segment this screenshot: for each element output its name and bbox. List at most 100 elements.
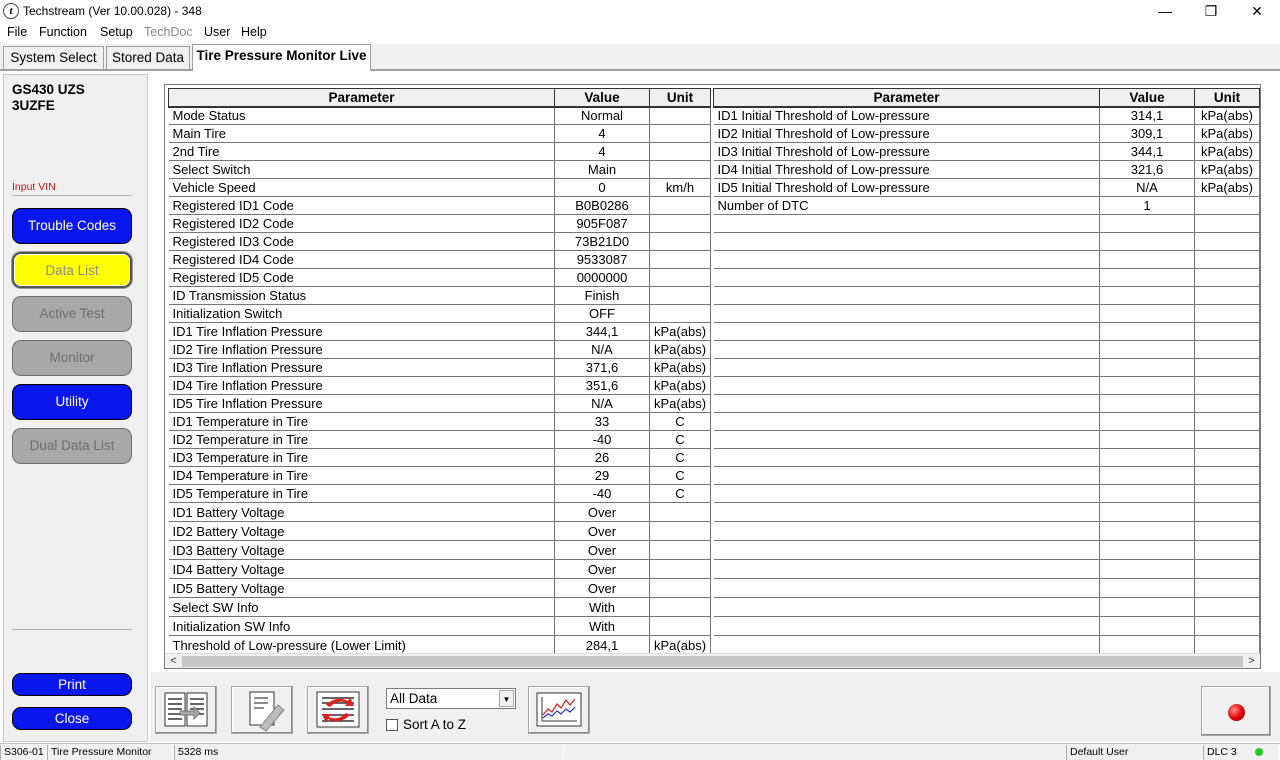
- graph-button[interactable]: [528, 686, 590, 734]
- column-header-value[interactable]: Value: [1099, 88, 1195, 108]
- column-header-value[interactable]: Value: [554, 88, 650, 108]
- table-row[interactable]: [713, 376, 1260, 395]
- table-row[interactable]: ID2 Battery Voltage Over: [168, 521, 711, 541]
- table-row[interactable]: [713, 448, 1260, 467]
- column-header-unit[interactable]: Unit: [1194, 88, 1260, 108]
- table-row[interactable]: ID3 Battery Voltage Over: [168, 540, 711, 560]
- input-vin-link[interactable]: Input VIN: [12, 181, 56, 193]
- table-row[interactable]: Vehicle Speed 0 km/h: [168, 178, 711, 197]
- scrollbar-thumb[interactable]: [182, 656, 1243, 667]
- table-row[interactable]: [713, 322, 1260, 341]
- table-row[interactable]: [713, 340, 1260, 359]
- unit-cell: [649, 214, 711, 233]
- table-row[interactable]: [713, 540, 1260, 560]
- table-row[interactable]: Select Switch Main: [168, 160, 711, 179]
- monitor-button[interactable]: Monitor: [12, 340, 132, 376]
- close-window-button[interactable]: ✕: [1234, 0, 1280, 22]
- table-row[interactable]: ID1 Temperature in Tire 33 C: [168, 412, 711, 431]
- table-row[interactable]: ID4 Initial Threshold of Low-pressure 321…: [713, 160, 1260, 179]
- table-row[interactable]: ID3 Tire Inflation Pressure 371,6 kPa(abs): [168, 358, 711, 377]
- table-row[interactable]: [713, 358, 1260, 377]
- minimize-button[interactable]: —: [1142, 0, 1188, 22]
- table-row[interactable]: ID1 Initial Threshold of Low-pressure 314…: [713, 106, 1260, 125]
- table-row[interactable]: ID4 Battery Voltage Over: [168, 559, 711, 579]
- table-row[interactable]: Number of DTC 1: [713, 196, 1260, 215]
- table-row[interactable]: Registered ID2 Code 905F087: [168, 214, 711, 233]
- record-button[interactable]: [1201, 686, 1271, 736]
- menu-techdoc[interactable]: TechDoc: [144, 25, 193, 39]
- horizontal-scrollbar[interactable]: < >: [165, 653, 1260, 668]
- chevron-down-icon[interactable]: ▼: [499, 690, 514, 707]
- scroll-right-icon[interactable]: >: [1244, 654, 1259, 668]
- tab-stored-data[interactable]: Stored Data: [106, 46, 190, 70]
- table-row[interactable]: [713, 412, 1260, 431]
- table-row[interactable]: [713, 616, 1260, 636]
- trouble-codes-button[interactable]: Trouble Codes: [12, 208, 132, 244]
- sort-a-to-z-checkbox[interactable]: [386, 719, 398, 731]
- table-row[interactable]: [713, 304, 1260, 323]
- table-row[interactable]: [713, 521, 1260, 541]
- table-row[interactable]: Registered ID4 Code 9533087: [168, 250, 711, 269]
- table-row[interactable]: ID3 Initial Threshold of Low-pressure 344…: [713, 142, 1260, 161]
- table-row[interactable]: Mode Status Normal: [168, 106, 711, 125]
- table-row[interactable]: [713, 635, 1260, 655]
- refresh-data-button[interactable]: [307, 686, 369, 734]
- table-row[interactable]: ID2 Tire Inflation Pressure N/A kPa(abs): [168, 340, 711, 359]
- table-row[interactable]: Main Tire 4: [168, 124, 711, 143]
- table-row[interactable]: [713, 502, 1260, 522]
- table-row[interactable]: 2nd Tire 4: [168, 142, 711, 161]
- table-row[interactable]: [713, 268, 1260, 287]
- table-row[interactable]: Registered ID3 Code 73B21D0: [168, 232, 711, 251]
- table-row[interactable]: Initialization Switch OFF: [168, 304, 711, 323]
- column-header-unit[interactable]: Unit: [649, 88, 711, 108]
- table-row[interactable]: [713, 578, 1260, 598]
- table-row[interactable]: [713, 597, 1260, 617]
- table-row[interactable]: [713, 430, 1260, 449]
- table-row[interactable]: [713, 484, 1260, 503]
- maximize-button[interactable]: ❐: [1188, 0, 1234, 22]
- table-row[interactable]: ID2 Temperature in Tire -40 C: [168, 430, 711, 449]
- table-row[interactable]: ID5 Battery Voltage Over: [168, 578, 711, 598]
- table-row[interactable]: ID4 Tire Inflation Pressure 351,6 kPa(abs): [168, 376, 711, 395]
- menu-user[interactable]: User: [204, 25, 230, 39]
- table-row[interactable]: Initialization SW Info With: [168, 616, 711, 636]
- table-row[interactable]: Threshold of Low-pressure (Lower Limit) 2…: [168, 635, 711, 655]
- active-test-button[interactable]: Active Test: [12, 296, 132, 332]
- snapshot-button[interactable]: [231, 686, 293, 734]
- table-row[interactable]: Registered ID1 Code B0B0286: [168, 196, 711, 215]
- menu-file[interactable]: File: [7, 25, 27, 39]
- tab-system-select[interactable]: System Select: [3, 46, 104, 70]
- table-row[interactable]: [713, 250, 1260, 269]
- table-row[interactable]: ID2 Initial Threshold of Low-pressure 309…: [713, 124, 1260, 143]
- scroll-left-icon[interactable]: <: [166, 654, 181, 668]
- table-row[interactable]: Select SW Info With: [168, 597, 711, 617]
- table-row[interactable]: ID5 Temperature in Tire -40 C: [168, 484, 711, 503]
- table-row[interactable]: ID1 Tire Inflation Pressure 344,1 kPa(abs): [168, 322, 711, 341]
- menu-setup[interactable]: Setup: [100, 25, 133, 39]
- table-row[interactable]: [713, 214, 1260, 233]
- table-row[interactable]: [713, 232, 1260, 251]
- data-filter-select[interactable]: All Data ▼: [386, 688, 516, 709]
- table-row[interactable]: [713, 394, 1260, 413]
- table-row[interactable]: [713, 286, 1260, 305]
- column-header-parameter[interactable]: Parameter: [713, 88, 1100, 108]
- tab-tire-pressure-monitor-live[interactable]: Tire Pressure Monitor Live: [192, 44, 371, 71]
- table-row[interactable]: ID3 Temperature in Tire 26 C: [168, 448, 711, 467]
- print-button[interactable]: Print: [12, 673, 132, 696]
- menu-function[interactable]: Function: [39, 25, 87, 39]
- table-row[interactable]: ID5 Tire Inflation Pressure N/A kPa(abs): [168, 394, 711, 413]
- table-row[interactable]: ID Transmission Status Finish: [168, 286, 711, 305]
- menu-help[interactable]: Help: [241, 25, 267, 39]
- dual-data-list-button[interactable]: Dual Data List: [12, 428, 132, 464]
- table-row[interactable]: ID5 Initial Threshold of Low-pressure N/A…: [713, 178, 1260, 197]
- close-button[interactable]: Close: [12, 707, 132, 730]
- table-row[interactable]: [713, 559, 1260, 579]
- table-row[interactable]: [713, 466, 1260, 485]
- table-row[interactable]: ID4 Temperature in Tire 29 C: [168, 466, 711, 485]
- table-row[interactable]: ID1 Battery Voltage Over: [168, 502, 711, 522]
- table-row[interactable]: Registered ID5 Code 0000000: [168, 268, 711, 287]
- data-list-toggle-button[interactable]: [155, 686, 217, 734]
- utility-button[interactable]: Utility: [12, 384, 132, 420]
- data-list-button[interactable]: Data List: [12, 252, 132, 288]
- column-header-parameter[interactable]: Parameter: [168, 88, 555, 108]
